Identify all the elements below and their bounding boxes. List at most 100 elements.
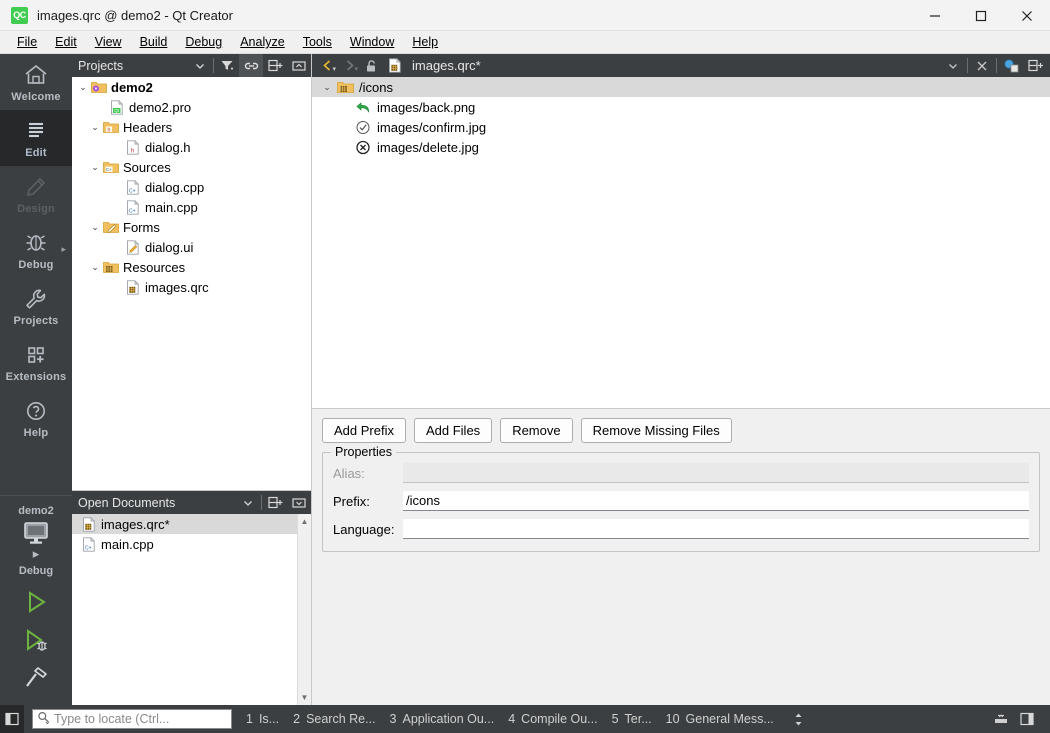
build-button[interactable] [0,659,72,697]
menu-file[interactable]: File [8,32,46,52]
menu-debug[interactable]: Debug [176,32,231,52]
menu-tools[interactable]: Tools [294,32,341,52]
sidebar-toggle-icon[interactable] [0,705,24,733]
output-pane-search-results[interactable]: 2 Search Re... [293,712,375,726]
collapse-icon[interactable] [287,54,311,77]
editor-file-selector[interactable]: images.qrc* [382,58,942,74]
close-icon[interactable] [971,54,993,77]
tree-item-forms[interactable]: ⌄ Forms [72,217,311,237]
open-documents-title: Open Documents [78,495,176,510]
remove-missing-files-button[interactable]: Remove Missing Files [580,418,732,443]
start-debugging-button[interactable] [0,621,72,659]
mode-help[interactable]: Help [0,390,72,446]
mode-debug[interactable]: ▸ Debug [0,222,72,278]
home-icon [25,64,47,84]
qrc-action-buttons: Add Prefix Add Files Remove Remove Missi… [322,418,1040,443]
menu-debug-label: Debug [185,35,223,49]
tree-item-dialog-ui[interactable]: dialog.ui [72,237,311,257]
mode-debug-arrow-icon[interactable]: ▸ [61,244,66,255]
extensions-squares-icon [28,347,44,363]
menu-build[interactable]: Build [131,32,177,52]
tree-item-images-qrc[interactable]: images.qrc [72,277,311,297]
mode-extensions[interactable]: Extensions [0,334,72,390]
output-pane-application-output[interactable]: 3 Application Ou... [390,712,495,726]
chevron-down-icon[interactable]: ⌄ [88,162,102,173]
menu-window[interactable]: Window [341,32,403,52]
resource-file-back-png[interactable]: images/back.png [312,97,1050,117]
split-add-icon[interactable] [1022,54,1050,77]
properties-group-title: Properties [331,445,396,459]
navigate-back-icon[interactable]: ▾ [316,54,338,77]
menu-analyze[interactable]: Analyze [231,32,293,52]
tree-item-resources[interactable]: ⌄ Resources [72,257,311,277]
output-pane-issues[interactable]: 1 Is... [246,712,279,726]
back-history-caret-icon[interactable]: ▾ [332,65,336,73]
dropdown-box-icon[interactable] [287,491,311,514]
right-sidebar-toggle-icon[interactable] [1014,705,1040,733]
tree-item-demo2[interactable]: ⌄ demo2 [72,77,311,97]
tree-item-sources[interactable]: ⌄ C+ Sources [72,157,311,177]
kit-arrow-icon[interactable]: ▸ [33,546,40,562]
locator-input[interactable]: Type to locate (Ctrl... [32,709,232,729]
mode-welcome[interactable]: Welcome [0,54,72,110]
chevron-down-icon[interactable]: ⌄ [88,222,102,233]
add-prefix-button[interactable]: Add Prefix [322,418,406,443]
menu-edit[interactable]: Edit [46,32,86,52]
open-documents-list[interactable]: images.qrc* C+ main.cpp ▲ ▼ [72,514,311,705]
tree-item-dialog-cpp[interactable]: C+ dialog.cpp [72,177,311,197]
unlock-icon[interactable] [360,54,382,77]
resource-file-delete-jpg[interactable]: images/delete.jpg [312,137,1050,157]
open-document-images-qrc[interactable]: images.qrc* [72,514,297,534]
updown-arrows-icon[interactable] [786,705,812,733]
menu-help[interactable]: Help [403,32,447,52]
open-documents-scrollbar[interactable]: ▲ ▼ [297,514,311,705]
menu-file-label: File [17,35,38,49]
output-pane-compile-output[interactable]: 4 Compile Ou... [508,712,597,726]
chevron-down-icon[interactable]: ⌄ [88,262,102,273]
tree-item-demo2-pro[interactable]: Qt demo2.pro [72,97,311,117]
link-sync-icon[interactable] [239,54,263,77]
output-pane-terminal[interactable]: 5 Ter... [612,712,652,726]
remove-button[interactable]: Remove [500,418,573,443]
split-editor-icon[interactable] [1000,54,1022,77]
project-tree[interactable]: ⌄ demo2 Qt demo2.pro ⌄ h Headers h dialo… [72,77,311,490]
scroll-up-arrow-icon[interactable]: ▲ [301,514,309,529]
resource-prefix-icons[interactable]: ⌄ /icons [312,77,1050,97]
split-add-icon[interactable] [263,54,287,77]
projects-dock-header: Projects [72,54,311,77]
kit-selector-button[interactable]: ▸ Debug [0,520,72,583]
svg-text:h: h [107,127,110,133]
kit-project-name: demo2 [18,505,54,517]
qrc-file-icon [80,516,97,532]
open-document-main-cpp[interactable]: C+ main.cpp [72,534,297,554]
output-pane-toggle-icon[interactable] [988,705,1014,733]
tree-item-main-cpp[interactable]: C+ main.cpp [72,197,311,217]
filter-icon[interactable] [215,54,239,77]
project-folder-icon [90,79,107,95]
chevron-down-icon[interactable]: ⌄ [318,82,336,93]
help-question-icon [27,402,45,420]
minimize-icon[interactable] [912,0,958,31]
projects-dropdown-icon[interactable] [188,54,212,77]
back-arrow-green-icon [354,99,372,115]
run-button[interactable] [0,583,72,621]
language-field[interactable] [403,519,1029,539]
menu-view[interactable]: View [86,32,131,52]
split-add-icon[interactable] [263,491,287,514]
maximize-icon[interactable] [958,0,1004,31]
add-files-button[interactable]: Add Files [413,418,493,443]
tree-item-headers[interactable]: ⌄ h Headers [72,117,311,137]
resource-tree[interactable]: ⌄ /icons images/back.png images/confirm.… [312,77,1050,409]
resource-file-confirm-jpg[interactable]: images/confirm.jpg [312,117,1050,137]
chevron-down-icon[interactable]: ⌄ [76,82,90,93]
tree-item-dialog-h[interactable]: h dialog.h [72,137,311,157]
mode-edit[interactable]: Edit [0,110,72,166]
close-icon[interactable] [1004,0,1050,31]
chevron-down-icon[interactable] [942,54,964,77]
prefix-field[interactable]: /icons [403,491,1029,511]
mode-projects[interactable]: Projects [0,278,72,334]
chevron-down-icon[interactable]: ⌄ [88,122,102,133]
scroll-down-arrow-icon[interactable]: ▼ [301,690,309,705]
open-documents-dropdown-icon[interactable] [236,491,260,514]
output-pane-general-messages[interactable]: 10 General Mess... [666,712,774,726]
